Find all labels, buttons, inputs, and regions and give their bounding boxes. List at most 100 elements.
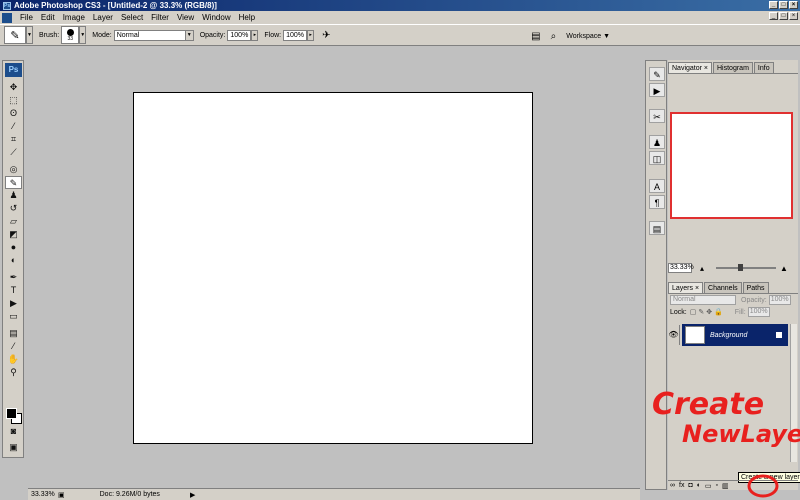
zoom-slider-track[interactable]	[716, 267, 776, 269]
opacity-slider-button[interactable]: ▸	[251, 29, 259, 41]
tab-histogram[interactable]: Histogram	[713, 62, 753, 73]
window-controls: _ □ ×	[769, 1, 798, 9]
eraser-icon[interactable]: ▱	[5, 215, 22, 228]
doc-restore-button[interactable]: □	[779, 12, 788, 20]
brushes-panel-icon[interactable]: ✎	[649, 67, 665, 81]
photoshop-logo[interactable]: Ps	[5, 63, 22, 77]
delete-layer-icon[interactable]: ▥	[722, 482, 729, 490]
document-window-controls: _ □ ×	[769, 12, 798, 20]
group-icon[interactable]: ▭	[705, 482, 712, 490]
pen-icon[interactable]: ✒	[5, 271, 22, 284]
menu-select[interactable]: Select	[117, 11, 147, 24]
flow-slider-button[interactable]: ▸	[307, 29, 315, 41]
mode-select[interactable]: Normal ▼	[113, 29, 194, 41]
menu-file[interactable]: File	[16, 11, 37, 24]
eye-icon[interactable]: 👁	[668, 325, 680, 345]
airbrush-icon[interactable]: ✈	[322, 30, 330, 41]
notes-panel-icon[interactable]: ▤	[649, 221, 665, 235]
layers-scrollbar[interactable]	[790, 324, 797, 462]
menu-layer[interactable]: Layer	[89, 11, 117, 24]
flow-input[interactable]: 100%	[283, 29, 308, 41]
fill-input[interactable]: 100%	[747, 307, 770, 317]
layer-style-icon[interactable]: fx	[679, 482, 684, 489]
document-icon[interactable]	[2, 12, 12, 23]
brush-icon[interactable]: ✎	[5, 176, 22, 189]
menu-image[interactable]: Image	[59, 11, 89, 24]
layer-item-background[interactable]: Background	[682, 324, 788, 346]
tab-layers[interactable]: Layers ×	[668, 282, 704, 293]
menu-filter[interactable]: Filter	[147, 11, 173, 24]
magic-wand-icon[interactable]: ⁄	[5, 120, 22, 133]
blend-mode-select[interactable]: Normal	[670, 295, 736, 305]
tab-info[interactable]: Info	[753, 62, 774, 73]
layer-row[interactable]: 👁 Background	[668, 324, 790, 346]
hand-icon[interactable]: ✋	[5, 353, 22, 366]
lock-icons[interactable]: ▢✎✥🔒	[690, 308, 725, 316]
tab-paths[interactable]: Paths	[742, 282, 769, 293]
zoom-slider-thumb[interactable]	[738, 264, 743, 271]
lasso-icon[interactable]: ʘ	[5, 107, 22, 120]
clone-source-icon[interactable]: ♟	[649, 135, 665, 149]
paragraph-panel-icon[interactable]: ¶	[649, 195, 665, 209]
blur-icon[interactable]: ●	[5, 241, 22, 254]
navigator-zoom: 33.33% ▴ ▲	[668, 262, 798, 274]
palette-well-icon[interactable]: ▤	[531, 31, 540, 42]
minimize-button[interactable]: _	[769, 1, 778, 9]
character-panel-icon[interactable]: A	[649, 179, 665, 193]
adjustment-layer-icon[interactable]: ◐	[697, 482, 701, 489]
marquee-icon[interactable]: ⬚	[5, 94, 22, 107]
mode-label: Mode:	[92, 31, 112, 39]
menu-help[interactable]: Help	[235, 11, 259, 24]
close-button[interactable]: ×	[789, 1, 798, 9]
tool-presets-icon[interactable]: ✂	[649, 109, 665, 123]
menu-window[interactable]: Window	[198, 11, 234, 24]
menu-edit[interactable]: Edit	[37, 11, 59, 24]
healing-icon[interactable]: ◎	[5, 163, 22, 176]
status-menu-arrow[interactable]: ▶	[190, 491, 195, 499]
move-icon[interactable]: ✥	[5, 81, 22, 94]
shape-icon[interactable]: ▭	[5, 310, 22, 323]
navigator-zoom-input[interactable]: 33.33%	[668, 263, 694, 273]
path-select-icon[interactable]: ▶	[5, 297, 22, 310]
layers-footer: ∞ fx ◘ ◐ ▭ ▫ ▥	[668, 480, 798, 490]
tool-preset-dropdown[interactable]: ▼	[26, 26, 33, 44]
status-icon[interactable]: ▣	[58, 491, 65, 499]
navigator-preview[interactable]	[670, 112, 793, 219]
tab-navigator[interactable]: Navigator ×	[668, 62, 712, 73]
brush-dropdown[interactable]: ▼	[79, 26, 87, 44]
slice-icon[interactable]: ⟋	[5, 146, 22, 159]
workspace-menu[interactable]: Workspace ▼	[566, 33, 610, 40]
menu-view[interactable]: View	[173, 11, 198, 24]
document-canvas[interactable]	[133, 92, 533, 444]
zoom-icon[interactable]: ⚲	[5, 366, 22, 379]
doc-minimize-button[interactable]: _	[769, 12, 778, 20]
history-brush-icon[interactable]: ↺	[5, 202, 22, 215]
tab-channels[interactable]: Channels	[704, 282, 742, 293]
eyedropper-icon[interactable]: ⁄	[5, 340, 22, 353]
zoom-level[interactable]: 33.33%	[28, 491, 58, 498]
maximize-button[interactable]: □	[779, 1, 788, 9]
brush-tool-icon: ✎	[10, 29, 20, 42]
tool-preset-picker[interactable]: ✎	[4, 26, 26, 44]
zoom-in-icon[interactable]: ▲	[780, 264, 788, 273]
paint-bucket-icon[interactable]: ◩	[5, 228, 22, 241]
opacity-input[interactable]: 100%	[227, 29, 252, 41]
crop-icon[interactable]: ⌗	[5, 133, 22, 146]
new-layer-icon[interactable]: ▫	[716, 482, 718, 489]
layer-comps-icon[interactable]: ◫	[649, 151, 665, 165]
layer-mask-icon[interactable]: ◘	[688, 482, 692, 489]
notes-icon[interactable]: ▤	[5, 327, 22, 340]
doc-close-button[interactable]: ×	[789, 12, 798, 20]
bridge-icon[interactable]: ⌕	[551, 31, 557, 42]
layers-opacity-input[interactable]: 100%	[768, 295, 791, 305]
dodge-icon[interactable]: ◐	[5, 254, 22, 267]
type-icon[interactable]: T	[5, 284, 22, 297]
brush-picker[interactable]: 33	[61, 26, 80, 44]
zoom-out-icon[interactable]: ▴	[700, 264, 704, 273]
clone-stamp-icon[interactable]: ♟	[5, 189, 22, 202]
screen-mode-icon[interactable]: ▣	[5, 441, 22, 454]
actions-panel-icon[interactable]: ▶	[649, 83, 665, 97]
foreground-color-swatch[interactable]	[6, 408, 17, 419]
quick-mask-icon[interactable]: ◙	[5, 425, 22, 438]
link-layers-icon[interactable]: ∞	[670, 482, 675, 489]
